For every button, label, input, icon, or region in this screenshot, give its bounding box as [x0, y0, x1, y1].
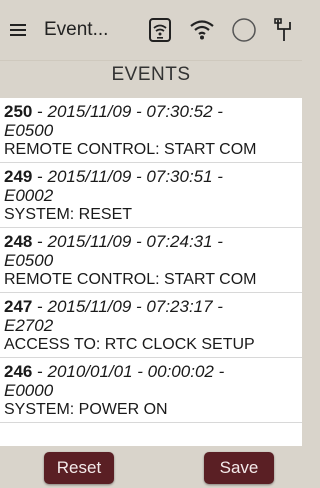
bottom-bar: Reset Save — [0, 446, 302, 488]
event-row[interactable]: 250 - 2015/11/09 - 07:30:52 - E0500 REMOTE… — [0, 98, 302, 163]
wifi-icon[interactable] — [184, 12, 220, 48]
event-row[interactable]: 247 - 2015/11/09 - 07:23:17 - E2702 ACCESS… — [0, 293, 302, 358]
event-row[interactable]: 249 - 2015/11/09 - 07:30:51 - E0002 SYSTEM… — [0, 163, 302, 228]
event-id: 247 — [4, 297, 33, 316]
event-separator: - — [32, 232, 48, 251]
event-id: 250 — [4, 102, 33, 121]
reset-button[interactable]: Reset — [44, 452, 114, 484]
top-bar: Event... — [0, 0, 302, 60]
event-code: E0500 — [4, 251, 54, 270]
event-id: 246 — [4, 362, 33, 381]
event-timestamp: 2015/11/09 - 07:23:17 - — [47, 297, 223, 316]
event-code: E2702 — [4, 316, 54, 335]
usb-icon[interactable] — [266, 12, 302, 48]
event-separator: - — [32, 297, 48, 316]
event-separator: - — [32, 362, 48, 381]
event-code: E0000 — [4, 381, 54, 400]
tablet-wifi-icon[interactable] — [142, 12, 178, 48]
event-id: 248 — [4, 232, 33, 251]
event-message: SYSTEM: RESET — [4, 206, 133, 223]
save-button[interactable]: Save — [204, 452, 274, 484]
event-code: E0500 — [4, 121, 54, 140]
event-code: E0002 — [4, 186, 54, 205]
event-separator: - — [32, 102, 48, 121]
event-timestamp: 2015/11/09 - 07:24:31 - — [47, 232, 223, 251]
event-timestamp: 2015/11/09 - 07:30:52 - — [47, 102, 223, 121]
event-timestamp: 2015/11/09 - 07:30:51 - — [47, 167, 223, 186]
event-message: REMOTE CONTROL: START COM — [4, 271, 257, 288]
events-list[interactable]: 250 - 2015/11/09 - 07:30:52 - E0500 REMOTE… — [0, 98, 302, 446]
event-timestamp: 2010/01/01 - 00:00:02 - — [47, 362, 225, 381]
event-message: REMOTE CONTROL: START COM — [4, 141, 257, 158]
event-row[interactable]: 246 - 2010/01/01 - 00:00:02 - E0000 SYSTEM… — [0, 358, 302, 423]
menu-icon[interactable] — [10, 22, 32, 38]
event-separator: - — [32, 167, 48, 186]
event-row[interactable]: 248 - 2015/11/09 - 07:24:31 - E0500 REMOTE… — [0, 228, 302, 293]
event-message: SYSTEM: POWER ON — [4, 401, 168, 418]
event-message: ACCESS TO: RTC CLOCK SETUP — [4, 336, 255, 353]
event-id: 249 — [4, 167, 33, 186]
app-title: Event... — [44, 19, 109, 40]
page-title: EVENTS — [0, 60, 302, 91]
circle-icon[interactable] — [226, 12, 262, 48]
